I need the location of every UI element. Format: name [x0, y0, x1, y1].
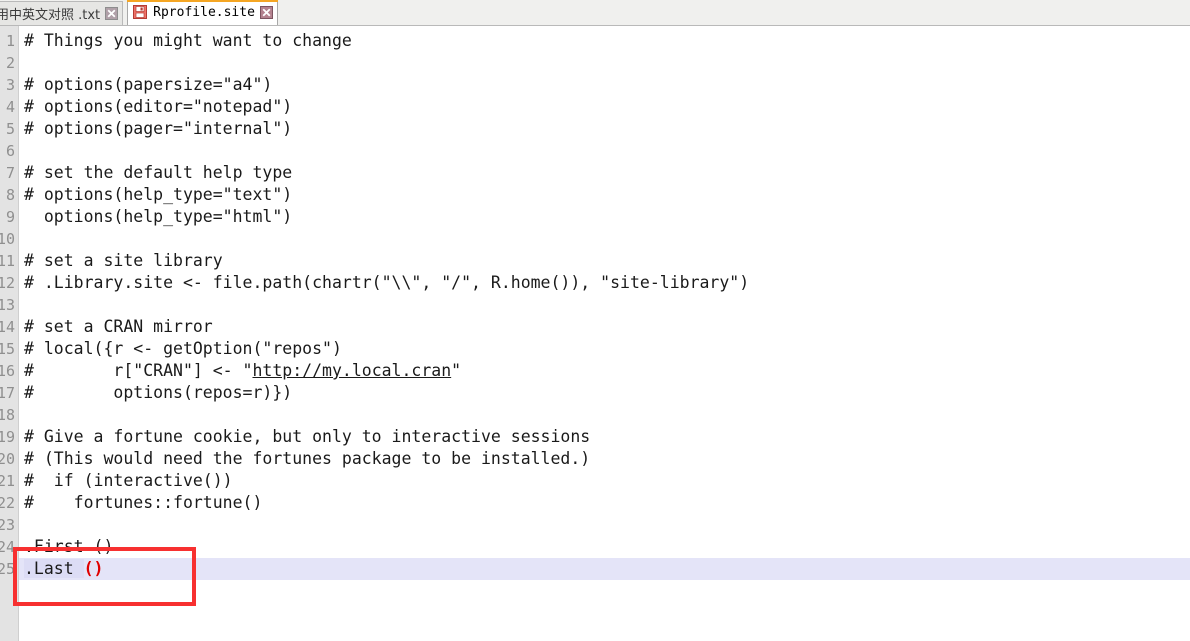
line-number: 16 — [0, 362, 15, 380]
save-icon — [133, 5, 148, 19]
cran-url-link[interactable]: http://my.local.cran — [252, 361, 451, 380]
line-number: 7 — [5, 164, 15, 182]
line-number: 21 — [0, 472, 15, 490]
line-number: 6 — [5, 142, 15, 160]
code-line[interactable] — [19, 52, 1190, 74]
line-number: 13 — [0, 296, 15, 314]
code-line-last-function[interactable]: .Last () — [19, 558, 1190, 580]
line-number: 8 — [5, 186, 15, 204]
line-number: 22 — [0, 494, 15, 512]
code-line[interactable]: # Give a fortune cookie, but only to int… — [19, 426, 1190, 448]
code-line[interactable] — [19, 228, 1190, 250]
line-number: 14 — [0, 318, 15, 336]
line-number: 23 — [0, 516, 15, 534]
close-icon[interactable] — [259, 5, 273, 19]
code-line[interactable]: # Things you might want to change — [19, 30, 1190, 52]
line-number: 25 — [0, 560, 15, 578]
matching-paren: () — [83, 559, 104, 578]
code-line[interactable]: # set the default help type — [19, 162, 1190, 184]
code-line[interactable]: # local({r <- getOption("repos") — [19, 338, 1190, 360]
code-line[interactable]: # options(repos=r)}) — [19, 382, 1190, 404]
code-line[interactable]: # options(pager="internal") — [19, 118, 1190, 140]
line-number: 11 — [0, 252, 15, 270]
line-number: 10 — [0, 230, 15, 248]
line-number: 1 — [5, 32, 15, 50]
tab-chinese-txt[interactable]: 用中英文对照 .txt — [0, 1, 124, 25]
selected-text: .Last — [24, 559, 84, 578]
code-text: # r["CRAN"] <- " — [24, 361, 253, 380]
code-line[interactable]: options(help_type="html") — [19, 206, 1190, 228]
code-line[interactable]: # (This would need the fortunes package … — [19, 448, 1190, 470]
line-number: 20 — [0, 450, 15, 468]
tab-rprofile-site[interactable]: Rprofile.site — [127, 0, 278, 25]
line-number: 24 — [0, 538, 15, 556]
tab-label: Rprofile.site — [153, 4, 255, 20]
code-line[interactable]: # .Library.site <- file.path(chartr("\\"… — [19, 272, 1190, 294]
code-line[interactable] — [19, 140, 1190, 162]
line-number: 2 — [5, 54, 15, 72]
tab-label: 用中英文对照 .txt — [0, 8, 101, 23]
line-number: 19 — [0, 428, 15, 446]
line-number-gutter: 1 2 3 4 5 6 7 8 9 10 11 12 13 14 15 16 1… — [0, 26, 19, 641]
line-number: 18 — [0, 406, 15, 424]
code-line[interactable]: # set a CRAN mirror — [19, 316, 1190, 338]
close-icon[interactable] — [105, 7, 119, 20]
code-line[interactable] — [19, 294, 1190, 316]
line-number: 3 — [5, 76, 15, 94]
code-line[interactable]: # options(papersize="a4") — [19, 74, 1190, 96]
line-number: 9 — [5, 208, 15, 226]
code-content[interactable]: # Things you might want to change # opti… — [19, 26, 1190, 641]
code-line-first-function[interactable]: .First () — [19, 536, 1190, 558]
code-line[interactable]: # if (interactive()) — [19, 470, 1190, 492]
code-line[interactable]: # options(editor="notepad") — [19, 96, 1190, 118]
tab-bar: 用中英文对照 .txt Rprofile.site — [0, 0, 1190, 26]
line-number: 15 — [0, 340, 15, 358]
line-number: 4 — [5, 98, 15, 116]
code-line[interactable] — [19, 514, 1190, 536]
code-text: " — [451, 361, 462, 380]
editor-area[interactable]: 1 2 3 4 5 6 7 8 9 10 11 12 13 14 15 16 1… — [0, 26, 1190, 641]
code-line[interactable]: # fortunes::fortune() — [19, 492, 1190, 514]
line-number: 5 — [5, 120, 15, 138]
code-line[interactable]: # set a site library — [19, 250, 1190, 272]
code-line[interactable]: # options(help_type="text") — [19, 184, 1190, 206]
line-number: 17 — [0, 384, 15, 402]
code-line[interactable] — [19, 404, 1190, 426]
code-line-with-url[interactable]: # r["CRAN"] <- "http://my.local.cran" — [19, 360, 1190, 382]
line-number: 12 — [0, 274, 15, 292]
